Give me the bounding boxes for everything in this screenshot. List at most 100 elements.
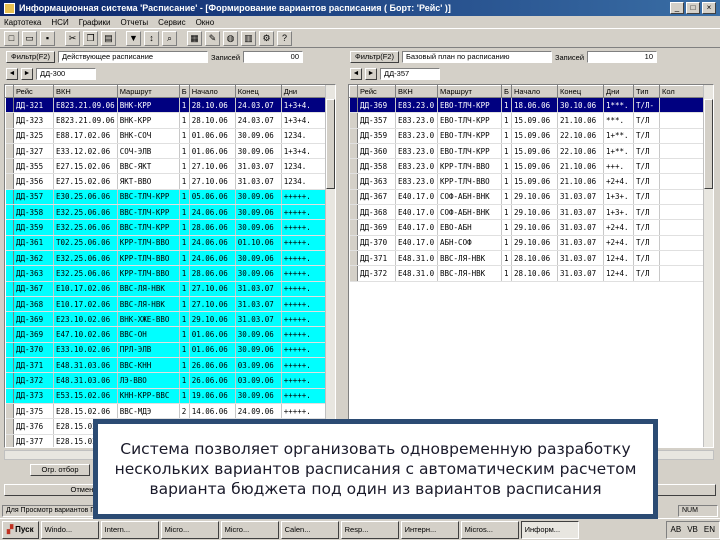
- table-cell[interactable]: 19.06.06: [189, 388, 236, 404]
- help-icon[interactable]: ?: [277, 30, 292, 46]
- table-cell[interactable]: Т/Л: [633, 158, 660, 175]
- table-cell[interactable]: 1: [501, 250, 512, 267]
- table-cell[interactable]: ДД-367: [357, 189, 396, 206]
- table-cell[interactable]: ВВС-ОН: [117, 326, 180, 343]
- table-cell[interactable]: ВНК-ХЖЕ-ВВО: [117, 311, 180, 328]
- table-cell[interactable]: +++++.: [281, 403, 332, 420]
- table-cell[interactable]: 30.09.06: [235, 128, 282, 144]
- table-cell[interactable]: 29.10.06: [511, 235, 558, 251]
- table-cell[interactable]: 27.10.06: [189, 173, 236, 190]
- row-indicator[interactable]: [349, 158, 358, 175]
- menu-item-window[interactable]: Окно: [196, 18, 215, 27]
- right-next-button[interactable]: ►: [365, 68, 377, 80]
- taskbar-item[interactable]: Интерн...: [400, 520, 459, 539]
- table-cell[interactable]: 28.10.06: [511, 265, 558, 282]
- table-cell[interactable]: 1+3+4.: [281, 97, 332, 114]
- table-row[interactable]: ДД-367 Е40.17.0 СОФ-АБН-ВНК 1 29.10.06 31.03.…: [349, 189, 706, 206]
- table-cell[interactable]: ДД-358: [357, 158, 396, 175]
- row-indicator[interactable]: [349, 97, 358, 114]
- left-next-button[interactable]: ►: [21, 68, 33, 80]
- table-cell[interactable]: Е23.10.02.06: [53, 311, 118, 328]
- table-row[interactable]: ДД-357 Е30.25.06.06 ВВС-ТЛЧ-КРР 1 05.06.06 30…: [5, 189, 332, 206]
- row-indicator[interactable]: [5, 265, 14, 282]
- table-cell[interactable]: Е83.23.0: [395, 97, 438, 114]
- table-cell[interactable]: ДД-325: [13, 128, 54, 144]
- scroll-thumb[interactable]: [704, 99, 713, 189]
- table-cell[interactable]: 30.09.06: [235, 204, 282, 221]
- table-row[interactable]: ДД-368 Е10.17.02.06 ВВС-ЛЯ-НВК 1 27.10.06 31.…: [5, 296, 332, 313]
- table-cell[interactable]: 28.06.06: [189, 265, 236, 282]
- row-indicator[interactable]: [5, 250, 14, 267]
- table-row[interactable]: ДД-370 Е33.10.02.06 ПРЛ-ЭЛВ 1 01.06.06 30.09.…: [5, 342, 332, 359]
- table-row[interactable]: ДД-375 Е28.15.02.06 ВВС-МДЭ 2 14.06.06 24.09.…: [5, 403, 332, 420]
- table-cell[interactable]: 30.09.06: [235, 326, 282, 343]
- table-row[interactable]: ДД-369 Е47.10.02.06 ВВС-ОН 1 01.06.06 30.09.0…: [5, 326, 332, 343]
- table-cell[interactable]: 30.09.06: [235, 250, 282, 267]
- table-cell[interactable]: КРР-ТЛЧ-ВВО: [117, 265, 180, 282]
- globe-icon[interactable]: ◍: [223, 30, 238, 46]
- table-cell[interactable]: ДД-372: [357, 265, 396, 282]
- column-header[interactable]: Начало: [188, 85, 236, 98]
- maximize-button[interactable]: □: [686, 2, 700, 14]
- tray-item[interactable]: VB: [687, 522, 698, 538]
- row-indicator[interactable]: [349, 173, 358, 190]
- table-cell[interactable]: ДД-360: [357, 143, 396, 160]
- table-cell[interactable]: 31.03.07: [235, 158, 282, 175]
- table-cell[interactable]: Т/Л: [633, 250, 660, 267]
- table-cell[interactable]: 31.03.07: [235, 311, 282, 328]
- table-cell[interactable]: ДД-371: [13, 357, 54, 374]
- table-row[interactable]: ДД-371 Е48.31.03.06 ВВС-КНН 1 26.06.06 03.09.…: [5, 357, 332, 374]
- table-cell[interactable]: Е32.25.06.06: [53, 219, 118, 236]
- table-row[interactable]: ДД-372 Е48.31.03.06 ЛЭ-ВВО 1 26.06.06 03.09.0…: [5, 372, 332, 389]
- table-cell[interactable]: [659, 219, 706, 236]
- table-cell[interactable]: [659, 112, 706, 129]
- table-cell[interactable]: 15.09.06: [511, 158, 558, 175]
- table-row[interactable]: ДД-327 Е33.12.02.06 СОЧ-ЭЛВ 1 01.06.06 30.09.…: [5, 143, 332, 160]
- table-cell[interactable]: 26.06.06: [189, 357, 236, 374]
- table-cell[interactable]: 1+3+4.: [281, 112, 332, 129]
- table-cell[interactable]: ДД-321: [13, 97, 54, 114]
- row-indicator[interactable]: [5, 235, 14, 251]
- table-cell[interactable]: ВВС-ЛЯ-НВК: [437, 250, 502, 267]
- table-cell[interactable]: 26.06.06: [189, 372, 236, 389]
- scroll-thumb[interactable]: [326, 99, 335, 189]
- table-row[interactable]: ДД-358 Е32.25.06.06 ВВС-ТЛЧ-КРР 1 24.06.06 30…: [5, 204, 332, 221]
- table-cell[interactable]: 1+3+.: [603, 189, 634, 206]
- table-cell[interactable]: 1: [179, 112, 190, 129]
- table-cell[interactable]: ВНК-СОЧ: [117, 128, 180, 144]
- table-cell[interactable]: 1: [179, 250, 190, 267]
- filter-icon[interactable]: ▼: [126, 30, 141, 46]
- table-cell[interactable]: 1: [501, 143, 512, 160]
- table-cell[interactable]: 1: [179, 189, 190, 206]
- table-cell[interactable]: ЕВО-ТЛЧ-КРР: [437, 143, 502, 160]
- table-cell[interactable]: 30.09.06: [235, 265, 282, 282]
- table-cell[interactable]: [659, 189, 706, 206]
- table-cell[interactable]: [659, 143, 706, 160]
- table-cell[interactable]: ДД-369: [357, 97, 396, 114]
- find-icon[interactable]: ⌕: [162, 30, 177, 46]
- row-indicator[interactable]: [5, 143, 14, 160]
- table-cell[interactable]: ВВС-МДЭ: [117, 403, 180, 420]
- table-cell[interactable]: Е83.23.0: [395, 112, 438, 129]
- table-cell[interactable]: 1: [501, 265, 512, 282]
- table-cell[interactable]: 30.09.06: [235, 189, 282, 206]
- table-cell[interactable]: ВВС-ТЛЧ-КРР: [117, 189, 180, 206]
- table-cell[interactable]: КРР-ТЛЧ-ВВО: [437, 158, 502, 175]
- table-row[interactable]: ДД-361 Т02.25.06.06 КРР-ТЛЧ-ВВО 1 24.06.06 01…: [5, 235, 332, 251]
- taskbar-item[interactable]: Micros...: [460, 520, 519, 539]
- table-cell[interactable]: Е33.12.02.06: [53, 143, 118, 160]
- table-cell[interactable]: +++++.: [281, 372, 332, 389]
- table-cell[interactable]: Т/Л: [633, 219, 660, 236]
- table-cell[interactable]: КРР-ТЛЧ-ВВО: [437, 173, 502, 190]
- table-cell[interactable]: ДД-327: [13, 143, 54, 160]
- table-cell[interactable]: 29.10.06: [511, 219, 558, 236]
- table-cell[interactable]: Е32.25.06.06: [53, 204, 118, 221]
- table-cell[interactable]: Е30.25.06.06: [53, 189, 118, 206]
- table-cell[interactable]: 21.10.06: [557, 112, 604, 129]
- menu-item-nsi[interactable]: НСИ: [51, 18, 68, 27]
- table-cell[interactable]: 1: [501, 204, 512, 221]
- new-icon[interactable]: □: [4, 30, 19, 46]
- table-cell[interactable]: СОФ-АБН-ВНК: [437, 189, 502, 206]
- table-cell[interactable]: 31.03.07: [557, 235, 604, 251]
- table-cell[interactable]: 1: [179, 326, 190, 343]
